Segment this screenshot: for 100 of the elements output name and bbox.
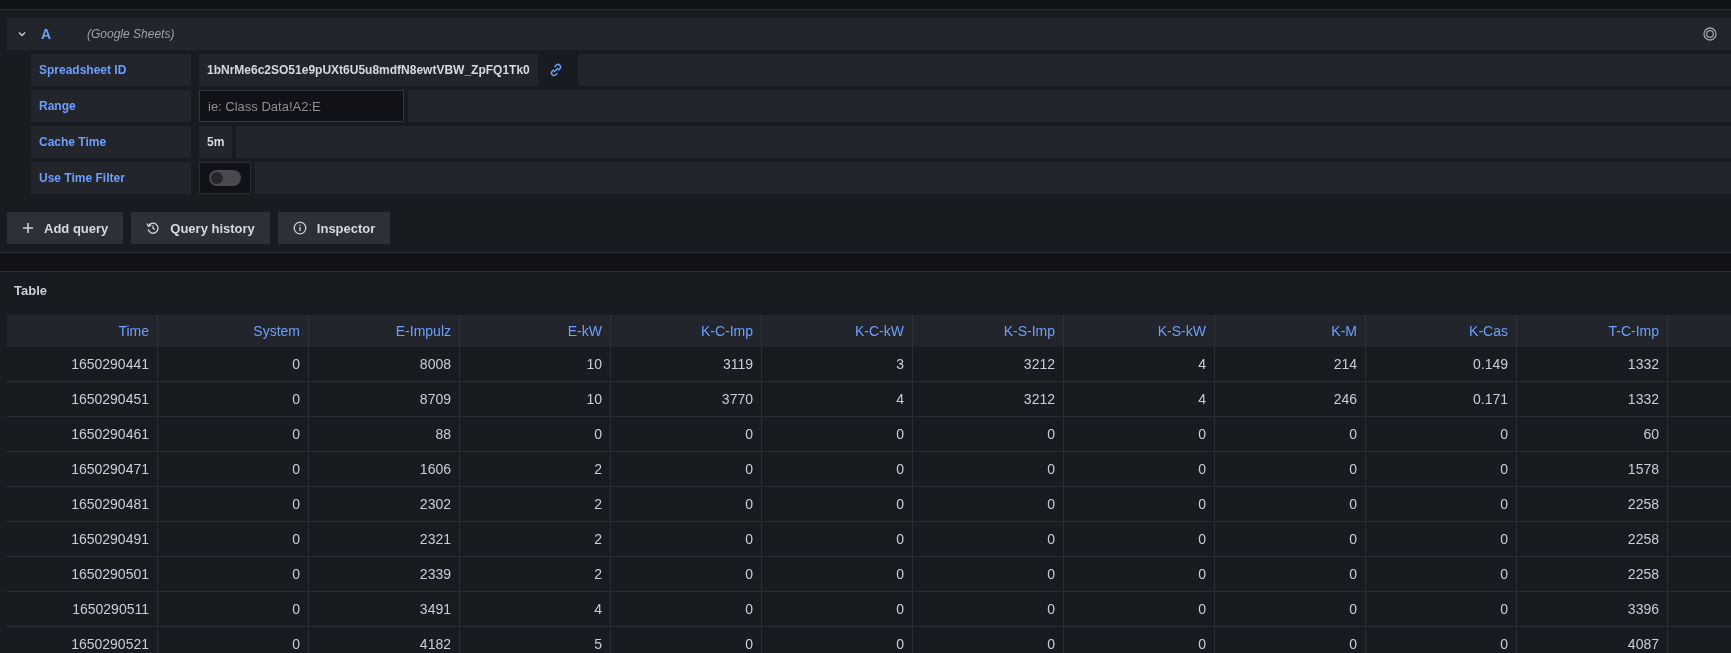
table-cell: 0 [157,347,309,382]
table-cell: 0.171 [1365,381,1517,417]
query-name[interactable]: A [41,26,77,42]
chevron-icon[interactable] [17,29,27,39]
plus-icon [22,222,34,234]
table-cell: 1650290451 [7,381,158,417]
table-cell: 0 [157,486,309,522]
datasource-name: (Google Sheets) [87,27,175,41]
table-cell: 1332 [1516,347,1668,382]
table-cell: 0 [157,416,309,452]
range-input[interactable]: ie: Class Data!A2:E [199,90,404,122]
table-cell: 0 [912,521,1064,557]
column-header[interactable]: T-C-Imp [1516,315,1668,347]
table-cell: 0 [157,556,309,592]
column-header[interactable]: K-Cas [1365,315,1517,347]
table-cell: 0 [761,556,913,592]
column-header[interactable]: E-Impulz [308,315,460,347]
table-cell: 0 [761,451,913,487]
table-cell: 2321 [308,521,460,557]
table-cell: 10 [459,347,611,382]
table-cell: 246 [1214,381,1366,417]
column-header[interactable]: System [157,315,309,347]
table-cell: 3212 [912,381,1064,417]
field-label: Range [31,90,191,122]
column-header[interactable]: K-C-kW [761,315,913,347]
table-cell: 1578 [1516,451,1668,487]
table-cell: 0 [610,416,762,452]
table-cell: 0 [1365,556,1517,592]
column-header[interactable]: K-S-Imp [912,315,1064,347]
table-cell: 5 [459,626,611,653]
table-cell: 0 [1214,556,1366,592]
column-header[interactable]: Time [7,315,158,347]
field-label: Use Time Filter [31,162,191,194]
table-cell: 0 [1214,451,1366,487]
query-header[interactable]: A (Google Sheets) [7,18,1731,50]
table-cell: 10 [459,381,611,417]
table-cell: 88 [308,416,460,452]
table-cell: 0 [761,521,913,557]
table-cell: 0 [1214,626,1366,653]
table-cell: 0 [761,626,913,653]
table-cell: 1332 [1516,381,1668,417]
column-header[interactable]: K-M [1214,315,1366,347]
toggle-switch[interactable] [209,170,241,186]
table-cell: 0 [761,591,913,627]
column-header[interactable]: K-S-kW [1063,315,1215,347]
table-cell: 0 [459,416,611,452]
toolbar-button[interactable]: Add query [7,212,124,244]
table-cell: 3491 [308,591,460,627]
table-cell: 60 [1516,416,1668,452]
table-cell: 8709 [308,381,460,417]
table-cell: 3212 [912,347,1064,382]
table-cell: 0 [610,591,762,627]
table-cell: 0 [157,381,309,417]
table-cell: 2258 [1516,521,1668,557]
table-cell: 4 [1063,347,1215,382]
table-cell: 1650290441 [7,347,158,382]
table-cell: 2 [459,451,611,487]
table-cell: 3770 [610,381,762,417]
table-cell: 0 [610,521,762,557]
table-cell: 214 [1214,347,1366,382]
table-cell: 2 [459,521,611,557]
table-cell: 2258 [1516,556,1668,592]
panel-title: Table [13,282,48,300]
table-cell: 2302 [308,486,460,522]
column-header[interactable]: K-C-Imp [610,315,762,347]
table-cell: 0 [610,626,762,653]
table-cell: 2258 [1516,486,1668,522]
table-cell: 0 [1214,486,1366,522]
toolbar-button[interactable]: Inspector [277,212,391,244]
target-icon[interactable] [1703,27,1717,41]
table-cell: 2 [459,556,611,592]
table-cell: 0 [610,451,762,487]
field-value[interactable]: 1bNrMe6c2SO51e9pUXt6U5u8mdfN8ewtVBW_ZpFQ1Tk0 [199,54,538,86]
table-cell: 0 [157,451,309,487]
table-cell: 0 [761,416,913,452]
column-header[interactable]: E-kW [459,315,611,347]
table-cell: 0 [1063,556,1215,592]
table-cell: 0 [912,486,1064,522]
table-cell: 3396 [1516,591,1668,627]
field-value[interactable]: 5m [199,126,233,158]
table-cell: 0 [1214,521,1366,557]
table-cell: 1650290491 [7,521,158,557]
table-cell: 0 [1365,626,1517,653]
table-cell: 0 [912,451,1064,487]
table-cell: 1650290511 [7,591,158,627]
table-cell: 4182 [308,626,460,653]
toolbar-button[interactable]: Query history [131,212,270,244]
table-cell: 0 [1365,521,1517,557]
table-cell: 4 [459,591,611,627]
table-cell: 0 [157,591,309,627]
table-cell: 0 [1063,416,1215,452]
table-cell: 1606 [308,451,460,487]
info-icon [292,221,307,235]
table-cell: 0 [1214,591,1366,627]
table-cell: 0 [610,486,762,522]
table-cell: 0 [610,556,762,592]
table-cell: 0 [912,591,1064,627]
table-cell: 0 [761,486,913,522]
table-cell: 1650290501 [7,556,158,592]
table-cell: 0 [1365,486,1517,522]
